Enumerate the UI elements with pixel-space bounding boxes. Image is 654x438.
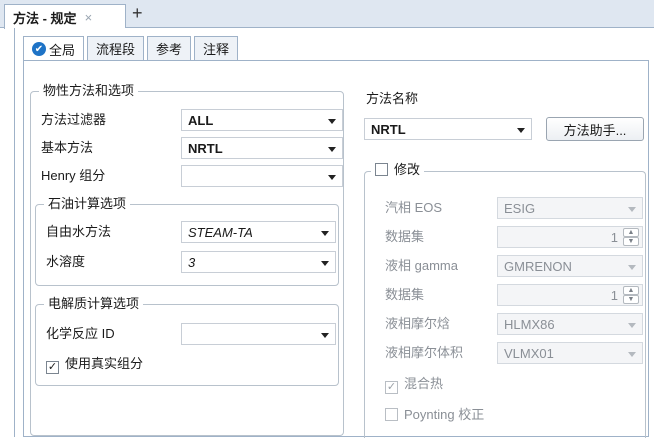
chevron-down-icon [628, 323, 636, 328]
liquid-dataset-stepper[interactable]: 1 ▲ ▼ [497, 284, 643, 306]
chemistry-id-label: 化学反应 ID [46, 326, 115, 341]
poynting-checkbox[interactable]: Poynting 校正 [385, 407, 484, 423]
tab-global-label: 全局 [49, 42, 76, 58]
chevron-down-icon [321, 333, 329, 338]
vapor-dataset-stepper[interactable]: 1 ▲ ▼ [497, 226, 643, 248]
liquid-volume-value: VLMX01 [504, 345, 554, 361]
heat-of-mixing-checkbox[interactable]: ✓ 混合热 [385, 376, 443, 394]
chevron-down-icon [321, 231, 329, 236]
modify-checkbox[interactable]: 修改 [371, 162, 425, 178]
henry-components-select[interactable] [181, 165, 343, 187]
poynting-label: Poynting 校正 [404, 407, 485, 422]
document-tab-bar: 方法 - 规定 × + [0, 0, 654, 29]
property-methods-legend: 物性方法和选项 [39, 83, 139, 99]
chevron-down-icon [328, 119, 336, 124]
chevron-up-icon[interactable]: ▲ [623, 228, 639, 237]
tab-comments[interactable]: 注释 [194, 36, 239, 60]
complete-check-icon: ✔ [32, 42, 46, 56]
tab-flowsheet-sections[interactable]: 流程段 [87, 36, 145, 60]
liquid-volume-select[interactable]: VLMX01 [497, 342, 643, 364]
chevron-up-icon[interactable]: ▲ [623, 286, 639, 295]
liquid-enthalpy-label: 液相摩尔焓 [385, 316, 451, 331]
electrolyte-options-group: 电解质计算选项 化学反应 ID ✓ 使用真实组分 [35, 296, 339, 386]
liquid-gamma-value: GMRENON [504, 258, 572, 274]
method-filter-select[interactable]: ALL [181, 109, 343, 131]
petroleum-options-group: 石油计算选项 自由水方法 STEAM-TA 水溶度 3 [35, 196, 339, 286]
stepper-buttons[interactable]: ▲ ▼ [623, 228, 639, 246]
chevron-down-icon [628, 352, 636, 357]
water-solubility-select[interactable]: 3 [181, 251, 336, 273]
global-panel: 物性方法和选项 方法过滤器 ALL 基本方法 NRTL Henry 组分 石油计… [23, 60, 649, 438]
vapor-eos-value: ESIG [504, 200, 536, 216]
true-components-label: 使用真实组分 [65, 356, 144, 371]
checkbox-checked-icon: ✓ [46, 361, 59, 374]
chevron-down-icon [628, 207, 636, 212]
free-water-method-select[interactable]: STEAM-TA [181, 221, 336, 243]
liquid-gamma-select[interactable]: GMRENON [497, 255, 643, 277]
add-tab-icon[interactable]: + [132, 3, 143, 23]
method-name-heading: 方法名称 [366, 91, 419, 106]
tab-references[interactable]: 参考 [147, 36, 192, 60]
close-tab-icon[interactable]: × [85, 10, 93, 25]
free-water-method-label: 自由水方法 [46, 224, 112, 239]
free-water-method-value: STEAM-TA [188, 224, 253, 240]
property-methods-group: 物性方法和选项 方法过滤器 ALL 基本方法 NRTL Henry 组分 石油计… [30, 83, 344, 436]
checkbox-unchecked-icon [375, 163, 388, 176]
chevron-down-icon[interactable]: ▼ [623, 295, 639, 304]
vapor-dataset-label: 数据集 [385, 229, 425, 244]
document-tab-methods-specs[interactable]: 方法 - 规定 × [4, 4, 126, 29]
stepper-buttons[interactable]: ▲ ▼ [623, 286, 639, 304]
method-name-select[interactable]: NRTL [364, 118, 532, 140]
liquid-dataset-label: 数据集 [385, 287, 425, 302]
chevron-down-icon [328, 175, 336, 180]
method-name-value: NRTL [371, 121, 406, 137]
base-method-label: 基本方法 [41, 140, 94, 155]
vapor-eos-select[interactable]: ESIG [497, 197, 643, 219]
chevron-down-icon [328, 147, 336, 152]
tab-references-label: 参考 [156, 42, 183, 57]
electrolyte-options-legend: 电解质计算选项 [44, 296, 144, 312]
liquid-volume-label: 液相摩尔体积 [385, 345, 464, 360]
chevron-down-icon[interactable]: ▼ [623, 237, 639, 246]
chevron-down-icon [517, 128, 525, 133]
form-content: ✔ 全局 流程段 参考 注释 物性方法和选项 方法过滤器 ALL 基本方法 NR… [14, 28, 654, 438]
liquid-enthalpy-value: HLMX86 [504, 316, 555, 332]
checkbox-checked-icon: ✓ [385, 381, 398, 394]
henry-components-label: Henry 组分 [41, 168, 106, 183]
liquid-dataset-value: 1 [610, 288, 618, 303]
method-filter-label: 方法过滤器 [41, 112, 107, 127]
base-method-select[interactable]: NRTL [181, 137, 343, 159]
chemistry-id-select[interactable] [181, 323, 336, 345]
water-solubility-label: 水溶度 [46, 254, 86, 269]
chevron-down-icon [628, 265, 636, 270]
true-components-checkbox[interactable]: ✓ 使用真实组分 [46, 356, 143, 374]
liquid-gamma-label: 液相 gamma [385, 258, 458, 273]
modify-label: 修改 [394, 162, 421, 177]
vapor-eos-label: 汽相 EOS [385, 200, 443, 215]
methods-assistant-button[interactable]: 方法助手... [546, 117, 644, 141]
petroleum-options-legend: 石油计算选项 [44, 196, 131, 212]
liquid-enthalpy-select[interactable]: HLMX86 [497, 313, 643, 335]
document-tab-title: 方法 - 规定 [13, 10, 77, 26]
chevron-down-icon [321, 261, 329, 266]
tab-global[interactable]: ✔ 全局 [23, 36, 85, 61]
water-solubility-value: 3 [188, 254, 196, 270]
tab-flowsheet-label: 流程段 [96, 42, 136, 57]
checkbox-unchecked-icon [385, 408, 398, 421]
modify-group: 修改 汽相 EOS ESIG 数据集 1 ▲ ▼ 液相 gamma GMRENON… [364, 162, 646, 438]
heat-of-mixing-label: 混合热 [404, 376, 444, 391]
base-method-value: NRTL [188, 140, 223, 156]
vapor-dataset-value: 1 [610, 230, 618, 245]
sub-tab-strip: ✔ 全局 流程段 参考 注释 [23, 36, 241, 61]
tab-comments-label: 注释 [203, 42, 230, 57]
method-filter-value: ALL [188, 112, 214, 128]
